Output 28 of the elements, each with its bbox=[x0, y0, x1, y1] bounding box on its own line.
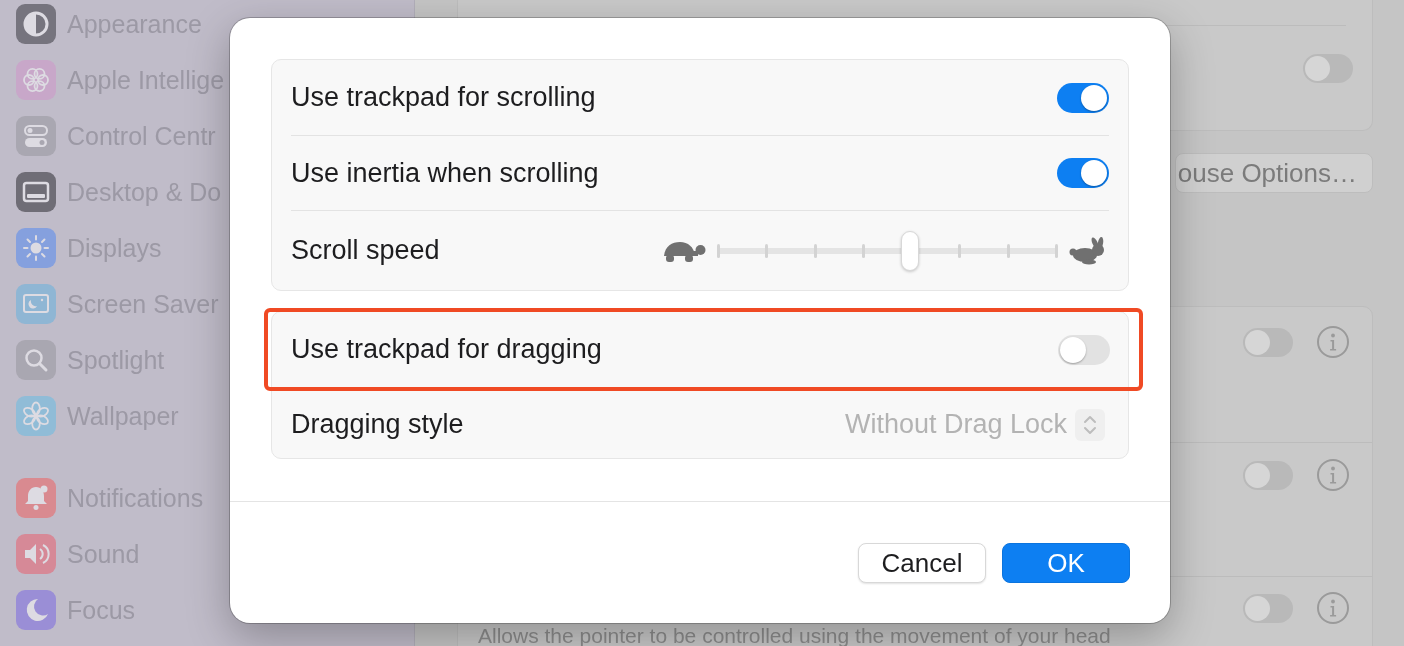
tick-mark bbox=[717, 243, 720, 258]
cancel-button[interactable]: Cancel bbox=[858, 543, 986, 583]
setting-label: Use trackpad for dragging bbox=[291, 334, 602, 365]
tick-mark bbox=[1055, 243, 1058, 258]
slider-thumb[interactable] bbox=[901, 230, 920, 271]
tick-mark bbox=[1006, 243, 1010, 258]
mouse-options-button[interactable]: ouse Options… bbox=[1174, 153, 1373, 193]
toggle-switch[interactable] bbox=[1243, 327, 1293, 357]
stepper-icon bbox=[1075, 408, 1105, 441]
tick-mark bbox=[765, 243, 769, 258]
ok-button[interactable]: OK bbox=[1002, 543, 1130, 583]
turtle-icon bbox=[662, 239, 706, 262]
setting-label: Scroll speed bbox=[291, 235, 440, 266]
info-icon[interactable] bbox=[1317, 592, 1349, 624]
toggle-switch[interactable] bbox=[1243, 593, 1293, 623]
toggle-switch[interactable] bbox=[1058, 334, 1110, 365]
tick-mark bbox=[861, 243, 865, 258]
tick-mark bbox=[958, 243, 962, 258]
setting-label: Use trackpad for scrolling bbox=[291, 82, 596, 113]
tick-mark bbox=[813, 243, 817, 258]
toggle-switch[interactable] bbox=[1057, 158, 1109, 188]
toggle-switch[interactable] bbox=[1057, 82, 1109, 113]
info-icon[interactable] bbox=[1317, 459, 1349, 491]
setting-label: Dragging style bbox=[291, 409, 464, 440]
toggle-switch[interactable] bbox=[1243, 460, 1293, 490]
setting-label: Use inertia when scrolling bbox=[291, 157, 599, 189]
info-icon[interactable] bbox=[1317, 326, 1349, 358]
toggle-switch[interactable] bbox=[1303, 54, 1353, 83]
